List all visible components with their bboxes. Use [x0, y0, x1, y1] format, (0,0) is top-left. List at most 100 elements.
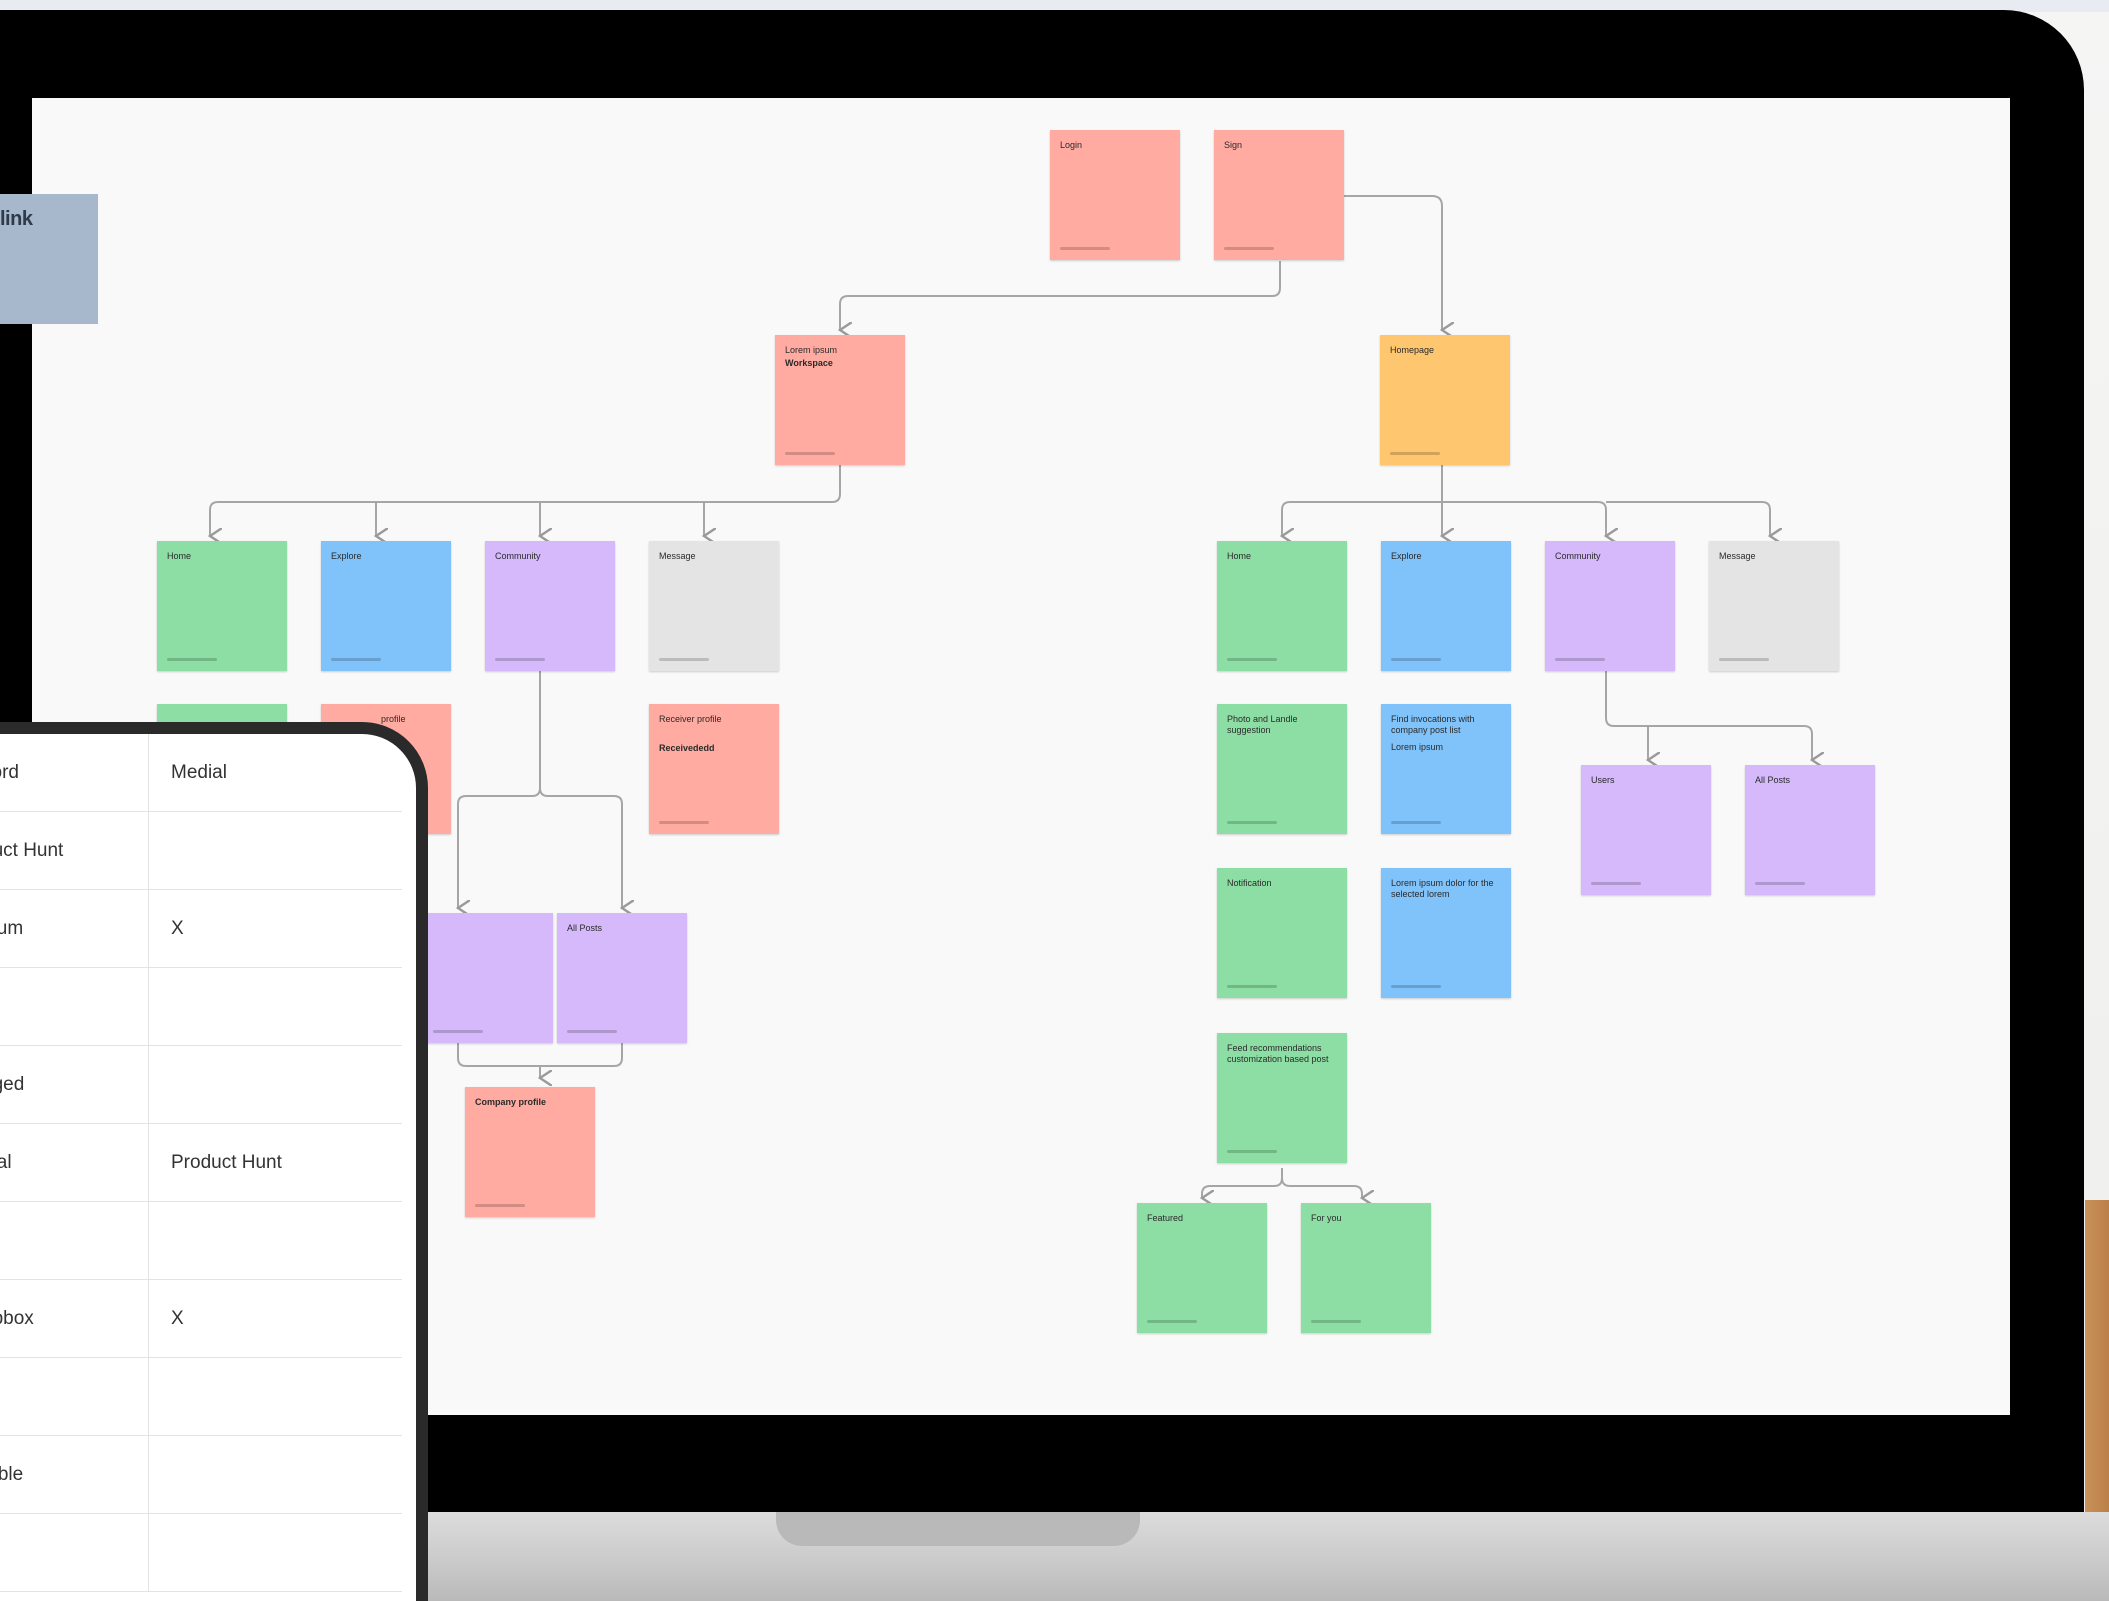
- note-title: Sign: [1224, 140, 1243, 150]
- table-cell: [148, 1201, 402, 1280]
- note-title: Photo and Landle suggestion: [1227, 714, 1298, 735]
- note-title: Explore: [1391, 551, 1422, 561]
- table-cell: Product Hunt: [148, 1123, 402, 1202]
- table-row: [0, 1513, 402, 1592]
- table-cell: X: [148, 1279, 402, 1358]
- table-row: [0, 967, 402, 1046]
- note-title: Company profile: [475, 1097, 547, 1107]
- note-footer: [433, 1030, 483, 1033]
- note-title: Lorem ipsum: [785, 345, 838, 355]
- note-footer: [1227, 1150, 1277, 1153]
- note-footer: [1311, 1320, 1361, 1323]
- sticky-note-feed[interactable]: Feed recommendations customization based…: [1217, 1033, 1347, 1163]
- table-cell: Medial: [148, 734, 402, 812]
- table-cell: dium: [0, 889, 149, 968]
- table-row: mble: [0, 1435, 402, 1514]
- sticky-note-receiver-profile[interactable]: Receiver profile Receivededd: [649, 704, 779, 834]
- connector-line: [210, 465, 841, 536]
- table-cell: dial: [0, 1123, 149, 1202]
- note-title: Feed recommendations customization based…: [1227, 1043, 1329, 1064]
- phone-table: cord Medial duct Hunt dium X dged: [0, 734, 402, 1592]
- note-title: Users: [1591, 775, 1615, 785]
- table-row: [0, 1357, 402, 1436]
- note-title: Homepage: [1390, 345, 1435, 355]
- note-footer: [1227, 821, 1277, 824]
- connector-line: [1281, 1177, 1362, 1198]
- note-title: Find invocations with company post list: [1391, 714, 1475, 735]
- sticky-note-for-you[interactable]: For you: [1301, 1203, 1431, 1333]
- note-footer: [785, 452, 835, 455]
- note-title: Receiver profile: [659, 714, 722, 724]
- note-footer: [1591, 882, 1641, 885]
- note-title: All Posts: [1755, 775, 1791, 785]
- note-footer: [659, 658, 709, 661]
- table-cell: duct Hunt: [0, 811, 149, 890]
- sticky-note-sign[interactable]: Sign: [1214, 130, 1344, 260]
- sticky-note-homepage[interactable]: Homepage: [1380, 335, 1510, 465]
- table-cell: [148, 1435, 402, 1514]
- connector-line: [1606, 501, 1770, 536]
- table-row: duct Hunt: [0, 811, 402, 890]
- note-footer: [475, 1204, 525, 1207]
- table-cell: opbox: [0, 1279, 149, 1358]
- sticky-note-message[interactable]: Message: [649, 541, 779, 671]
- note-footer: [1391, 658, 1441, 661]
- connector-line: [1344, 195, 1442, 330]
- sticky-note-login[interactable]: Login: [1050, 130, 1180, 260]
- sticky-note-explore[interactable]: Explore: [1381, 541, 1511, 671]
- note-footer: [1227, 985, 1277, 988]
- table-row: cord Medial: [0, 734, 402, 812]
- table-row: ): [0, 1201, 402, 1280]
- connector-line: [1282, 465, 1443, 536]
- sticky-note-community[interactable]: Community: [485, 541, 615, 671]
- sticky-note-home[interactable]: Home: [157, 541, 287, 671]
- table-cell: [0, 1357, 149, 1436]
- table-cell: [148, 1045, 402, 1124]
- note-title: Message: [659, 551, 696, 561]
- note-title: Home: [167, 551, 192, 561]
- link-card-label: link: [0, 208, 33, 230]
- table-row: dium X: [0, 889, 402, 968]
- table-cell: cord: [0, 734, 149, 812]
- note-title: Community: [495, 551, 541, 561]
- note-title: All Posts: [567, 923, 603, 933]
- note-footer: [331, 658, 381, 661]
- table-cell: [0, 967, 149, 1046]
- note-title: Message: [1719, 551, 1756, 561]
- sticky-note-message[interactable]: Message: [1709, 541, 1839, 671]
- sticky-note-find-invocations[interactable]: Find invocations with company post list …: [1381, 704, 1511, 834]
- sticky-note-home[interactable]: Home: [1217, 541, 1347, 671]
- sticky-note-workspace[interactable]: Lorem ipsum Workspace: [775, 335, 905, 465]
- sticky-note-all-posts[interactable]: All Posts: [1745, 765, 1875, 895]
- laptop-hinge: [776, 1512, 1140, 1546]
- table-row: dial Product Hunt: [0, 1123, 402, 1202]
- note-title: Lorem ipsum dolor for the selected lorem: [1391, 878, 1494, 899]
- note-footer: [1391, 985, 1441, 988]
- note-footer: [1555, 658, 1605, 661]
- sticky-note[interactable]: [423, 913, 553, 1043]
- note-title: Featured: [1147, 1213, 1184, 1223]
- note-subtitle: Workspace: [785, 358, 833, 368]
- note-footer: [495, 658, 545, 661]
- note-footer: [1755, 882, 1805, 885]
- note-footer: [167, 658, 217, 661]
- table-cell: ): [0, 1201, 149, 1280]
- connector-line: [1605, 671, 1812, 760]
- sticky-note-selected-lorem[interactable]: Lorem ipsum dolor for the selected lorem: [1381, 868, 1511, 998]
- sticky-note-community[interactable]: Community: [1545, 541, 1675, 671]
- sticky-note-users[interactable]: Users: [1581, 765, 1711, 895]
- note-footer: [1147, 1320, 1197, 1323]
- sticky-note-company-profile[interactable]: Company profile: [465, 1087, 595, 1217]
- sticky-note-explore[interactable]: Explore: [321, 541, 451, 671]
- table-cell: [0, 1513, 149, 1592]
- note-title: Notification: [1227, 878, 1272, 888]
- connector-line: [539, 787, 622, 908]
- sticky-note-all-posts[interactable]: All Posts: [557, 913, 687, 1043]
- sticky-note-notification[interactable]: Notification: [1217, 868, 1347, 998]
- note-title: Community: [1555, 551, 1601, 561]
- note-title: Login: [1060, 140, 1083, 150]
- screenshot-stage: Login Sign Lorem ipsum Workspace Homepag…: [0, 0, 2109, 1601]
- table-cell: X: [148, 889, 402, 968]
- sticky-note-photo-suggestion[interactable]: Photo and Landle suggestion: [1217, 704, 1347, 834]
- sticky-note-featured[interactable]: Featured: [1137, 1203, 1267, 1333]
